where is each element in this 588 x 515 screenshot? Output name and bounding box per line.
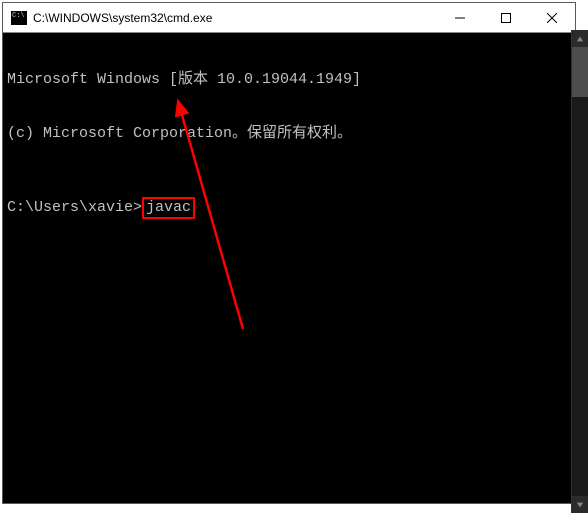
window-title: C:\WINDOWS\system32\cmd.exe [33,11,437,25]
command-highlight: javac [142,197,195,219]
window-controls [437,3,575,32]
cmd-icon [11,11,27,25]
copyright-line: (c) Microsoft Corporation。保留所有权利。 [7,125,571,143]
maximize-icon [501,13,511,23]
chevron-up-icon [576,35,584,43]
close-button[interactable] [529,3,575,32]
prompt-line: C:\Users\xavie>javac [7,197,571,219]
scroll-down-button[interactable] [572,496,588,513]
prompt-text: C:\Users\xavie> [7,199,142,216]
terminal-area[interactable]: Microsoft Windows [版本 10.0.19044.1949] (… [3,33,575,503]
version-line: Microsoft Windows [版本 10.0.19044.1949] [7,71,571,89]
scrollbar-thumb[interactable] [572,47,588,97]
minimize-button[interactable] [437,3,483,32]
titlebar[interactable]: C:\WINDOWS\system32\cmd.exe [3,3,575,33]
vertical-scrollbar[interactable] [571,30,588,513]
scroll-up-button[interactable] [572,30,588,47]
maximize-button[interactable] [483,3,529,32]
cmd-window: C:\WINDOWS\system32\cmd.exe Microsoft Wi… [2,2,576,504]
minimize-icon [455,13,465,23]
close-icon [547,13,557,23]
chevron-down-icon [576,501,584,509]
